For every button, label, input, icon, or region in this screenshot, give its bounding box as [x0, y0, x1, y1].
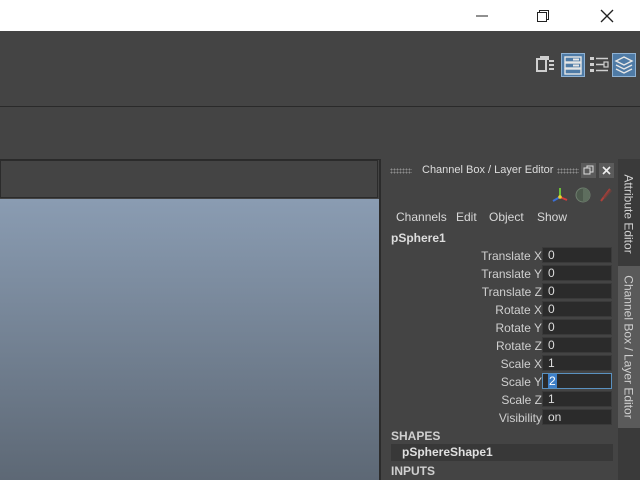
selected-object-name[interactable]: pSphere1: [391, 231, 446, 245]
shapes-section-header: SHAPES: [391, 429, 441, 443]
slow-mode-icon[interactable]: [597, 186, 615, 204]
attribute-value-field[interactable]: 1: [542, 391, 612, 407]
attribute-label[interactable]: Rotate X: [495, 303, 542, 317]
float-panel-icon: [583, 165, 594, 175]
drag-handle-icon[interactable]: [557, 168, 579, 174]
channel-box-titlebar[interactable]: Channel Box / Layer Editor: [381, 159, 618, 183]
viewport-panel-header: [0, 160, 378, 198]
shape-node-name[interactable]: pSphereShape1: [402, 445, 493, 459]
inputs-section-header: INPUTS: [391, 464, 436, 478]
attribute-value-field[interactable]: 0: [542, 283, 612, 299]
tab-attribute-editor[interactable]: Attribute Editor: [618, 165, 640, 263]
menu-object[interactable]: Object: [489, 210, 524, 224]
drag-handle-icon[interactable]: [390, 168, 412, 174]
attribute-label[interactable]: Scale Y: [501, 375, 542, 389]
selected-text: 2: [548, 374, 557, 388]
attribute-value-field[interactable]: 0: [542, 337, 612, 353]
attribute-row[interactable]: Translate X 0: [381, 247, 618, 265]
attribute-row[interactable]: Scale Z 1: [381, 391, 618, 409]
menu-show[interactable]: Show: [537, 210, 567, 224]
modeling-toolkit-icon: [536, 56, 554, 72]
close-icon: [600, 9, 614, 22]
attribute-label[interactable]: Translate Y: [481, 267, 542, 281]
minimize-icon: [476, 15, 488, 16]
tool-settings-button[interactable]: [588, 53, 610, 77]
attribute-value-field-editing[interactable]: 2: [542, 373, 612, 389]
restore-icon: [537, 9, 549, 22]
attribute-row[interactable]: Translate Y 0: [381, 265, 618, 283]
tab-attribute-editor-label: Attribute Editor: [622, 174, 636, 254]
menu-edit[interactable]: Edit: [456, 210, 477, 224]
attribute-label[interactable]: Visibility: [499, 411, 542, 425]
attribute-label[interactable]: Translate Z: [482, 285, 542, 299]
close-button[interactable]: [585, 0, 629, 31]
restore-button[interactable]: [521, 0, 565, 31]
attribute-value-field[interactable]: 0: [542, 247, 612, 263]
attribute-row[interactable]: Translate Z 0: [381, 283, 618, 301]
attribute-value-field[interactable]: 1: [542, 355, 612, 371]
modeling-toolkit-button[interactable]: [534, 53, 556, 77]
window-titlebar: [0, 0, 640, 31]
attribute-value-field[interactable]: 0: [542, 319, 612, 335]
channel-box-panel: Channel Box / Layer Editor Channels Edit…: [381, 159, 618, 480]
float-panel-button[interactable]: [581, 163, 596, 178]
speed-sensitive-icon[interactable]: [574, 186, 592, 204]
shelf-area: [0, 106, 640, 160]
tool-settings-icon: [590, 57, 609, 72]
attribute-row[interactable]: Scale X 1: [381, 355, 618, 373]
shape-node-row[interactable]: pSphereShape1: [391, 444, 613, 461]
minimize-button[interactable]: [460, 0, 504, 31]
3d-viewport[interactable]: [0, 199, 379, 480]
attribute-editor-button[interactable]: [561, 53, 585, 77]
tab-channel-box-layer-editor[interactable]: Channel Box / Layer Editor: [618, 266, 640, 428]
attribute-value-field[interactable]: 0: [542, 301, 612, 317]
channel-box-layer-editor-icon: [614, 56, 634, 74]
channel-box-title: Channel Box / Layer Editor: [422, 164, 554, 176]
attribute-label[interactable]: Scale X: [501, 357, 542, 371]
attribute-row[interactable]: Visibility on: [381, 409, 618, 427]
attribute-label[interactable]: Scale Z: [501, 393, 542, 407]
attribute-row[interactable]: Rotate Y 0: [381, 319, 618, 337]
close-panel-button[interactable]: [599, 163, 614, 178]
attribute-label[interactable]: Rotate Y: [496, 321, 542, 335]
attribute-row[interactable]: Rotate Z 0: [381, 337, 618, 355]
attribute-label[interactable]: Translate X: [481, 249, 542, 263]
attribute-label[interactable]: Rotate Z: [496, 339, 542, 353]
attribute-editor-icon: [564, 56, 582, 75]
attribute-value-field[interactable]: on: [542, 409, 612, 425]
attribute-row[interactable]: Scale Y 2: [381, 373, 618, 391]
channel-box-layer-editor-button[interactable]: [612, 53, 636, 77]
side-tab-strip: Attribute Editor Channel Box / Layer Edi…: [618, 159, 640, 480]
close-icon: [602, 166, 611, 175]
manipulator-axes-icon[interactable]: [551, 186, 569, 204]
attribute-value-field[interactable]: 0: [542, 265, 612, 281]
menu-channels[interactable]: Channels: [396, 210, 447, 224]
tab-channel-box-label: Channel Box / Layer Editor: [622, 275, 637, 419]
attribute-row[interactable]: Rotate X 0: [381, 301, 618, 319]
